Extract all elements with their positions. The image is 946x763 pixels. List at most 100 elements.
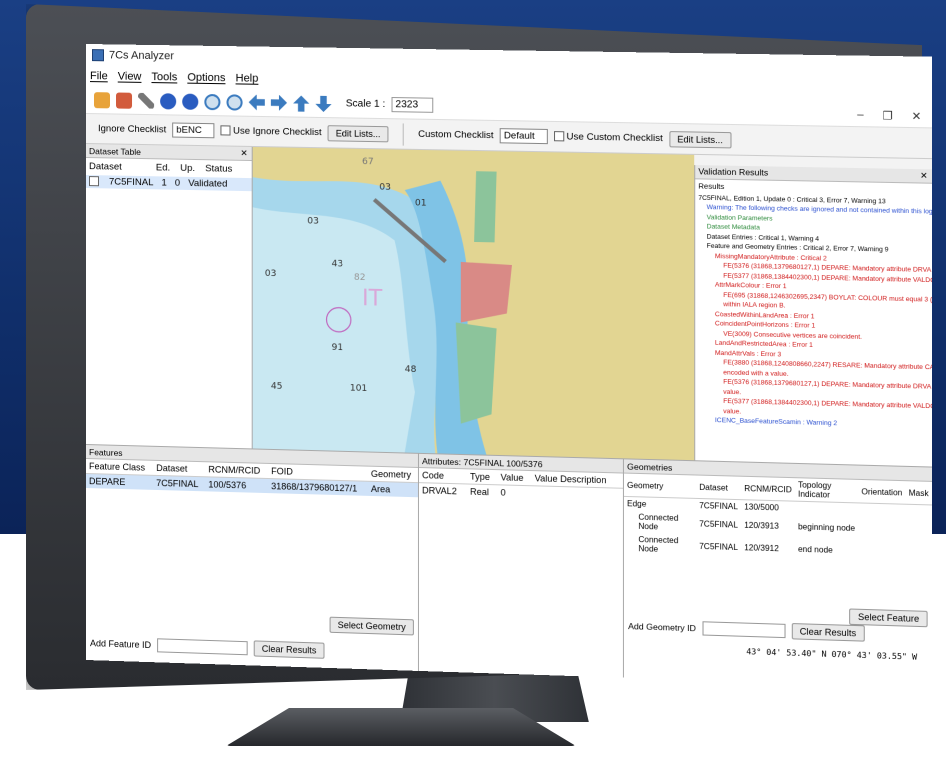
validation-tree: 7C5FINAL, Edition 1, Update 0 : Critical… [695,193,932,431]
col-mask[interactable]: Mask [905,481,931,505]
cell: 7C5FINAL [696,535,741,559]
tools-icon[interactable] [138,92,154,108]
cell: DRVAL2 [419,483,467,499]
main-area: Dataset Table ✕ Dataset Ed. Up. Status 7C… [86,144,932,467]
close-icon[interactable]: ✕ [920,171,927,181]
cell: 7C5FINAL [696,498,741,513]
close-icon[interactable]: ✕ [240,148,247,159]
dataset-table-title: Dataset Table [89,146,141,157]
col-geometry[interactable]: Geometry [368,467,418,483]
cell: Connected Node [624,510,696,534]
dataset-status: Validated [188,178,227,190]
dataset-checkbox[interactable] [89,176,99,186]
zoom-out-icon[interactable] [226,94,242,110]
custom-checklist-select[interactable]: Default [500,128,548,144]
depth-label: 82 [354,273,366,283]
vegetation-area-2 [456,322,497,424]
deep-water-area [253,207,415,452]
land-north [313,148,394,180]
use-custom-checkbox[interactable]: Use Custom Checklist [554,131,663,144]
pan-up-icon[interactable] [293,95,309,111]
menu-view[interactable]: View [118,71,142,83]
cell: DEPARE [86,474,153,490]
edit-lists-button-2[interactable]: Edit Lists... [669,131,731,148]
menu-help[interactable]: Help [236,72,259,84]
depth-label: 03 [379,183,391,193]
zoom-in-icon[interactable] [204,93,220,109]
dataset-up: 0 [175,178,180,189]
col-ed[interactable]: Ed. [156,162,170,173]
cell: Real [467,484,498,500]
scale-select[interactable]: 2323 [391,97,433,113]
menu-file[interactable]: File [90,70,108,82]
dataset-row[interactable]: 7C5FINAL 1 0 Validated [86,175,252,191]
geometries-panel: Geometries Geometry Dataset RCNM/RCID Topol… [624,459,932,688]
col-dataset[interactable]: Dataset [89,161,122,173]
use-ignore-checkbox[interactable]: Use Ignore Checklist [221,125,322,138]
bottom-panels: Features Feature Class Dataset RCNM/RCID FO… [86,444,932,688]
checkbox-icon [221,126,231,136]
area-label: IT [362,286,383,312]
depth-label: 01 [415,198,427,208]
add-geometry-input[interactable] [702,621,785,638]
features-title: Features [89,447,123,458]
cell [532,486,623,503]
cell: Area [368,481,418,497]
add-feature-input[interactable] [157,638,248,655]
cell: 120/3912 [741,536,795,560]
info-icon[interactable] [160,93,176,109]
maximize-button[interactable]: ❐ [882,109,892,122]
col-up[interactable]: Up. [180,163,195,174]
close-dataset-icon[interactable] [116,92,132,108]
col-dataset[interactable]: Dataset [153,461,205,477]
clear-results-button[interactable]: Clear Results [254,640,325,658]
ignore-checklist-label: Ignore Checklist [98,123,166,135]
cell: 120/3913 [741,513,795,537]
menu-tools[interactable]: Tools [151,71,177,83]
help-icon[interactable] [182,93,198,109]
scale-label: Scale 1 : [346,98,386,110]
cell: Connected Node [624,532,696,556]
col-code[interactable]: Code [419,468,467,484]
col-status[interactable]: Status [205,163,232,175]
map-canvas[interactable]: 03 43 82 IT 91 101 45 03 48 01 03 67 [253,147,695,460]
col-value[interactable]: Value [498,470,532,486]
cell: 7C5FINAL [153,475,205,491]
depth-label: 91 [332,343,344,353]
menu-options[interactable]: Options [187,72,225,85]
clear-results-button[interactable]: Clear Results [791,623,864,642]
add-feature-row: Add Feature ID Clear Results [90,635,325,659]
depth-label: 45 [271,382,283,392]
pan-right-icon[interactable] [271,95,287,111]
select-geometry-button[interactable]: Select Geometry [330,617,414,636]
features-panel: Features Feature Class Dataset RCNM/RCID FO… [86,445,419,672]
ignore-checklist-select[interactable]: bENC [172,122,215,138]
depth-label: 03 [265,269,277,279]
col-type[interactable]: Type [467,469,498,485]
app-window: 7Cs Analyzer File View Tools Options Hel… [86,44,932,688]
edit-lists-button[interactable]: Edit Lists... [328,125,389,142]
chart-map-view[interactable]: 03 43 82 IT 91 101 45 03 48 01 03 67 [253,147,695,460]
depth-label: 43 [332,259,344,269]
open-folder-icon[interactable] [94,92,110,108]
col-rcnm[interactable]: RCNM/RCID [741,477,795,501]
attributes-panel: Attributes: 7C5FINAL 100/5376 Code Type Va… [419,454,624,679]
window-controls: – ❐ ✕ [857,109,921,123]
cursor-coordinates: 43° 04' 53.40" N 070° 43' 03.55" W [746,647,917,662]
checkbox-icon [554,132,564,142]
col-dataset[interactable]: Dataset [696,476,741,500]
cell: 0 [498,485,532,501]
custom-checklist-label: Custom Checklist [418,129,493,141]
pan-down-icon[interactable] [315,95,331,111]
depth-label: 67 [362,157,374,167]
col-topology[interactable]: Topology Indicator [795,478,858,503]
close-button[interactable]: ✕ [912,110,922,123]
col-orientation[interactable]: Orientation [858,480,905,504]
validation-title: Validation Results [698,167,768,178]
scene-background: 7Cs Analyzer File View Tools Options Hel… [0,0,946,763]
cell: 7C5FINAL [696,512,741,536]
use-custom-label: Use Custom Checklist [567,131,663,144]
minimize-button[interactable]: – [857,109,863,122]
pan-left-icon[interactable] [249,94,265,110]
col-geometry[interactable]: Geometry [624,474,696,499]
